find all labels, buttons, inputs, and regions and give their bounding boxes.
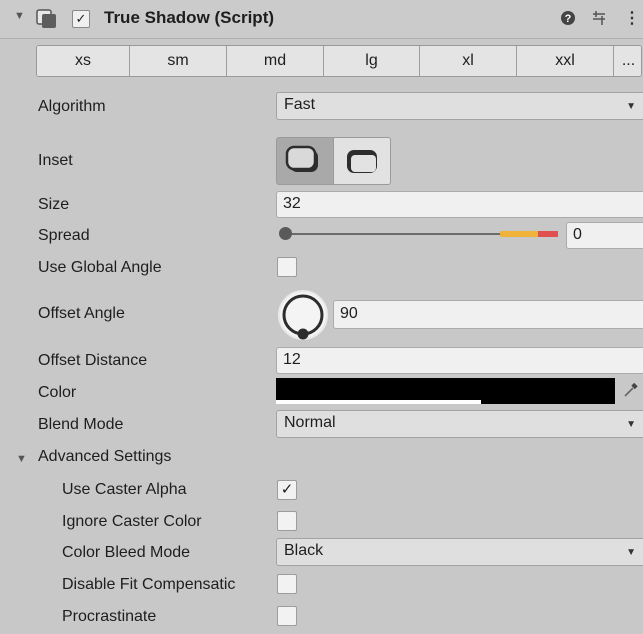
color-bleed-mode-label: Color Bleed Mode: [62, 544, 191, 561]
spread-slider-handle[interactable]: [279, 227, 292, 240]
use-caster-alpha-label: Use Caster Alpha: [62, 481, 187, 498]
preset-more-button[interactable]: ...: [614, 46, 641, 76]
offset-angle-field[interactable]: 90: [333, 300, 643, 329]
use-caster-alpha-checkbox[interactable]: ✓: [277, 480, 297, 500]
preset-xl-button[interactable]: xl: [420, 46, 517, 76]
inset-toggle-group: [276, 137, 391, 185]
component-title: True Shadow (Script): [104, 8, 275, 27]
component-header[interactable]: ▼ ✓ True Shadow (Script) ? ⋮: [0, 0, 643, 39]
offset-distance-field[interactable]: 12: [276, 347, 643, 374]
inset-off-button[interactable]: [276, 137, 334, 185]
preset-xs-button[interactable]: xs: [37, 46, 130, 76]
triangle-down-icon[interactable]: ▼: [16, 453, 27, 465]
procrastinate-label: Procrastinate: [62, 608, 157, 625]
angle-dial[interactable]: [277, 289, 329, 341]
blend-mode-dropdown[interactable]: Normal ▼: [276, 410, 643, 438]
algorithm-label: Algorithm: [38, 98, 106, 115]
spread-value: 0: [573, 226, 582, 243]
component-enabled-checkbox[interactable]: ✓: [72, 10, 90, 28]
color-label: Color: [38, 384, 77, 401]
spread-label: Spread: [38, 227, 90, 244]
offset-angle-value: 90: [340, 305, 358, 322]
spread-slider-limit: [538, 231, 558, 237]
size-field[interactable]: 32: [276, 191, 643, 218]
offset-angle-label: Offset Angle: [38, 305, 125, 322]
chevron-down-icon: ▼: [626, 101, 636, 112]
preset-xxl-button[interactable]: xxl: [517, 46, 614, 76]
preset-sm-button[interactable]: sm: [130, 46, 227, 76]
chevron-down-icon: ▼: [626, 419, 636, 430]
inner-shadow-icon: [347, 150, 377, 173]
preset-md-button[interactable]: md: [227, 46, 324, 76]
blend-mode-label: Blend Mode: [38, 416, 124, 433]
use-global-angle-label: Use Global Angle: [38, 259, 162, 276]
blend-mode-value: Normal: [284, 414, 336, 431]
use-global-angle-checkbox[interactable]: [277, 257, 297, 277]
algorithm-dropdown[interactable]: Fast ▼: [276, 92, 643, 120]
size-label: Size: [38, 196, 70, 213]
offset-distance-label: Offset Distance: [38, 352, 148, 369]
size-preset-bar: xs sm md lg xl xxl ...: [36, 45, 642, 77]
chevron-down-icon: ▼: [626, 547, 636, 558]
ignore-caster-color-checkbox[interactable]: [277, 511, 297, 531]
inspector-panel: ▼ ✓ True Shadow (Script) ? ⋮ xs sm md lg…: [0, 0, 643, 634]
advanced-settings-foldout[interactable]: Advanced Settings: [38, 448, 171, 466]
inset-on-button[interactable]: [334, 137, 391, 185]
inset-label: Inset: [38, 152, 73, 169]
disable-fit-compensation-label: Disable Fit Compensatic: [62, 576, 236, 593]
kebab-menu-icon[interactable]: ⋮: [624, 8, 640, 28]
color-alpha-bar: [276, 400, 481, 404]
outer-shadow-icon: [285, 145, 318, 172]
eyedropper-icon[interactable]: [622, 381, 640, 399]
help-icon[interactable]: ?: [560, 10, 576, 26]
preset-lg-button[interactable]: lg: [324, 46, 420, 76]
ignore-caster-color-label: Ignore Caster Color: [62, 513, 202, 530]
color-bleed-mode-value: Black: [284, 542, 324, 559]
size-value: 32: [283, 195, 301, 212]
offset-distance-value: 12: [283, 351, 301, 368]
component-icon: [36, 9, 56, 28]
color-bleed-mode-dropdown[interactable]: Black ▼: [276, 538, 643, 566]
disable-fit-compensation-checkbox[interactable]: [277, 574, 297, 594]
spread-field[interactable]: 0: [566, 222, 643, 249]
algorithm-value: Fast: [284, 96, 316, 113]
procrastinate-checkbox[interactable]: [277, 606, 297, 626]
triangle-down-icon[interactable]: ▼: [14, 10, 25, 22]
svg-text:?: ?: [565, 13, 572, 25]
presets-icon[interactable]: [591, 10, 607, 26]
